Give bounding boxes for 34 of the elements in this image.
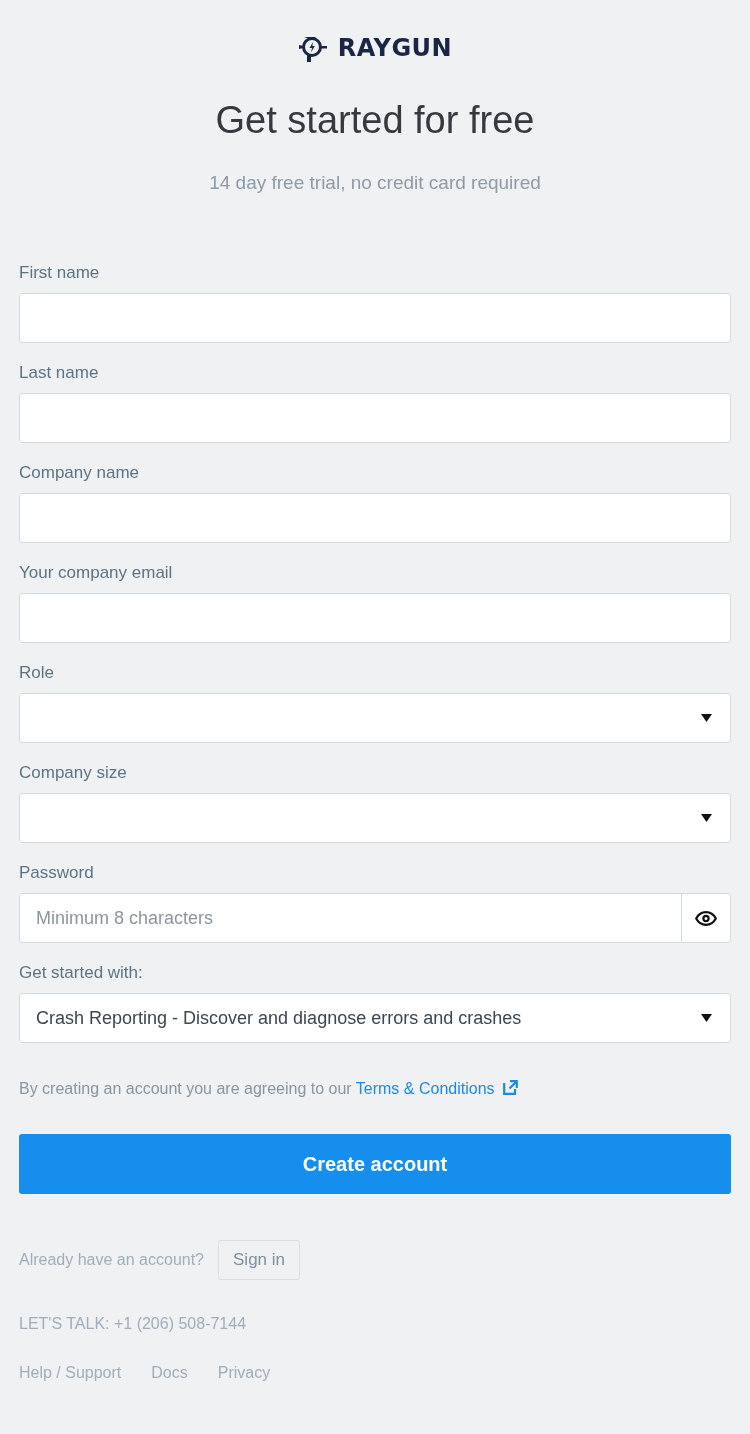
sign-in-prompt: Already have an account? — [19, 1251, 204, 1269]
field-label: Get started with: — [19, 962, 144, 984]
password-field[interactable]: Minimum 8 characters — [19, 893, 682, 943]
field-label: Company size — [19, 762, 128, 784]
input-field[interactable] — [19, 593, 731, 643]
page-subtitle: 14 day free trial, no credit card required — [209, 171, 541, 195]
footer-link[interactable]: Privacy — [217, 1362, 271, 1384]
footer-link[interactable]: Docs — [151, 1362, 188, 1384]
sign-in-button[interactable]: Sign in — [218, 1240, 300, 1280]
field-label: Password — [19, 862, 95, 884]
logo-text: RAYGUN — [337, 33, 453, 64]
dropdown-field[interactable] — [19, 793, 731, 843]
field-label: First name — [19, 262, 101, 284]
page-title: Get started for free — [215, 98, 535, 143]
field-label: Your company email — [19, 562, 174, 584]
input-field[interactable] — [19, 293, 731, 343]
caret-icon — [701, 714, 712, 722]
input-field[interactable] — [19, 393, 731, 443]
external-link-icon[interactable] — [502, 1080, 518, 1095]
terms-text: By creating an account you are agreeing to our Terms & Conditions — [19, 1078, 731, 1100]
caret-icon — [701, 1014, 712, 1022]
dropdown-field[interactable] — [19, 693, 731, 743]
footer-link[interactable]: Help / Support — [19, 1362, 122, 1384]
contact-phone-text: LET'S TALK: +1 (206) 508-7144 — [19, 1314, 248, 1334]
caret-icon — [701, 814, 712, 822]
field-label: Role — [19, 662, 55, 684]
terms-link[interactable]: Terms & Conditions — [355, 1080, 495, 1097]
field-label: Company name — [19, 462, 140, 484]
show-password-button[interactable] — [681, 893, 731, 943]
field-label: Last name — [19, 362, 100, 384]
eye-icon — [695, 910, 717, 926]
input-field[interactable] — [19, 493, 731, 543]
create-account-button[interactable]: Create account — [19, 1134, 731, 1194]
dropdown-field[interactable]: Crash Reporting - Discover and diagnose errors and crashes — [19, 993, 731, 1043]
